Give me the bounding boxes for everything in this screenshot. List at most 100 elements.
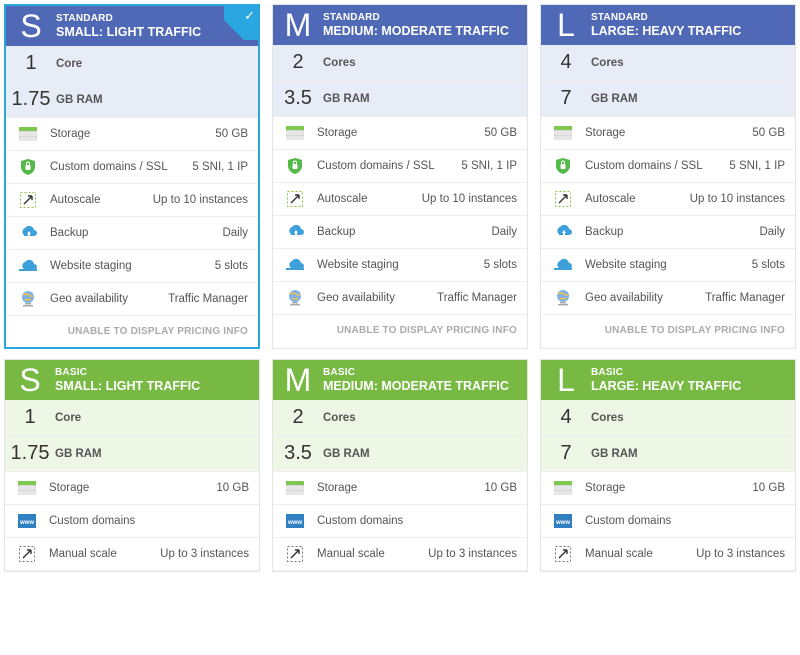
svg-text:www: www [555, 520, 570, 526]
spec-value: 1 [5, 400, 55, 435]
spec-row: 7GB RAM [541, 81, 795, 117]
pricing-tile-bas-m[interactable]: MBASICMEDIUM: MODERATE TRAFFIC2Cores3.5G… [272, 359, 528, 572]
spec-row: 1Core [5, 400, 259, 436]
feature-value: Up to 10 instances [153, 194, 248, 206]
pricing-footer: UNABLE TO DISPLAY PRICING INFO [541, 315, 795, 346]
tile-header: LBASICLARGE: HEAVY TRAFFIC [541, 360, 795, 400]
spec-row: 4Cores [541, 400, 795, 436]
tile-name: MEDIUM: MODERATE TRAFFIC [323, 379, 521, 393]
pricing-grid: ✓SSTANDARDSMALL: LIGHT TRAFFIC1Core1.75G… [0, 0, 800, 576]
ssl-icon [285, 158, 305, 174]
storage-icon [553, 125, 573, 141]
feature-value: Daily [222, 227, 248, 239]
tile-header: LSTANDARDLARGE: HEAVY TRAFFIC [541, 5, 795, 45]
feature-row: Website staging5 slots [273, 249, 527, 282]
spec-label: GB RAM [55, 448, 102, 460]
feature-row: AutoscaleUp to 10 instances [541, 183, 795, 216]
spec-value: 2 [273, 45, 323, 80]
feature-row: BackupDaily [541, 216, 795, 249]
feature-label: Backup [585, 226, 759, 238]
feature-value: Up to 10 instances [422, 193, 517, 205]
feature-value: Up to 3 instances [696, 548, 785, 560]
feature-row: Custom domains / SSL5 SNI, 1 IP [541, 150, 795, 183]
tile-header: MSTANDARDMEDIUM: MODERATE TRAFFIC [273, 5, 527, 45]
pricing-tile-std-m[interactable]: MSTANDARDMEDIUM: MODERATE TRAFFIC2Cores3… [272, 4, 528, 349]
feature-value: 10 GB [484, 482, 517, 494]
feature-value: 10 GB [752, 482, 785, 494]
pricing-tile-std-l[interactable]: LSTANDARDLARGE: HEAVY TRAFFIC4Cores7GB R… [540, 4, 796, 349]
feature-value: Up to 3 instances [428, 548, 517, 560]
feature-row: Website staging5 slots [541, 249, 795, 282]
autoscale-icon [553, 191, 573, 207]
spec-value: 4 [541, 400, 591, 435]
tier-letter: M [273, 5, 323, 45]
tile-name: SMALL: LIGHT TRAFFIC [55, 379, 253, 393]
geo-icon [18, 291, 38, 307]
tile-name: MEDIUM: MODERATE TRAFFIC [323, 24, 521, 38]
geo-icon [553, 290, 573, 306]
spec-label: GB RAM [56, 94, 103, 106]
domains-icon: www [17, 513, 37, 529]
feature-label: Storage [317, 482, 484, 494]
storage-icon [17, 480, 37, 496]
tile-name: SMALL: LIGHT TRAFFIC [56, 25, 252, 39]
spec-value: 7 [541, 436, 591, 471]
feature-row: wwwCustom domains [5, 505, 259, 538]
feature-value: 50 GB [484, 127, 517, 139]
feature-label: Storage [585, 127, 752, 139]
tier-letter: L [541, 360, 591, 400]
spec-label: GB RAM [323, 93, 370, 105]
feature-row: BackupDaily [6, 217, 258, 250]
storage-icon [553, 480, 573, 496]
pricing-footer: UNABLE TO DISPLAY PRICING INFO [6, 316, 258, 347]
tier-letter: S [5, 360, 55, 400]
feature-row: Storage10 GB [541, 472, 795, 505]
feature-label: Autoscale [585, 193, 690, 205]
feature-row: Storage50 GB [6, 118, 258, 151]
feature-label: Custom domains [317, 515, 517, 527]
feature-value: 50 GB [752, 127, 785, 139]
feature-label: Autoscale [50, 194, 153, 206]
feature-row: Custom domains / SSL5 SNI, 1 IP [6, 151, 258, 184]
tile-header: SBASICSMALL: LIGHT TRAFFIC [5, 360, 259, 400]
feature-value: Traffic Manager [437, 292, 517, 304]
autoscale-icon [285, 191, 305, 207]
backup-icon [553, 224, 573, 240]
feature-label: Backup [50, 227, 222, 239]
tile-header: SSTANDARDSMALL: LIGHT TRAFFIC [6, 6, 258, 46]
spec-label: Cores [323, 412, 356, 424]
feature-value: Up to 10 instances [690, 193, 785, 205]
feature-row: www Custom domains [541, 505, 795, 538]
feature-label: Geo availability [317, 292, 437, 304]
spec-value: 4 [541, 45, 591, 80]
pricing-tile-bas-l[interactable]: LBASICLARGE: HEAVY TRAFFIC4Cores7GB RAMS… [540, 359, 796, 572]
feature-row: Storage50 GB [541, 117, 795, 150]
tile-titles: STANDARDMEDIUM: MODERATE TRAFFIC [323, 5, 527, 45]
feature-label: Custom domains [585, 515, 785, 527]
feature-value: 5 slots [752, 259, 785, 271]
tier-label: BASIC [323, 367, 521, 378]
feature-value: 5 SNI, 1 IP [192, 161, 248, 173]
feature-value: 5 slots [484, 259, 517, 271]
feature-value: Daily [759, 226, 785, 238]
feature-value: 10 GB [216, 482, 249, 494]
spec-label: Core [55, 412, 81, 424]
feature-row: AutoscaleUp to 10 instances [273, 183, 527, 216]
pricing-tile-bas-s[interactable]: SBASICSMALL: LIGHT TRAFFIC1Core1.75GB RA… [4, 359, 260, 572]
pricing-tile-std-s[interactable]: ✓SSTANDARDSMALL: LIGHT TRAFFIC1Core1.75G… [4, 4, 260, 349]
tier-letter: S [6, 6, 56, 46]
feature-row: BackupDaily [273, 216, 527, 249]
feature-value: Daily [491, 226, 517, 238]
staging-icon [553, 257, 573, 273]
pricing-footer: UNABLE TO DISPLAY PRICING INFO [273, 315, 527, 346]
manual-icon [285, 546, 305, 562]
spec-row: 1Core [6, 46, 258, 82]
spec-value: 7 [541, 81, 591, 116]
tier-label: BASIC [55, 367, 253, 378]
feature-row: Manual scaleUp to 3 instances [5, 538, 259, 571]
feature-label: Storage [585, 482, 752, 494]
storage-icon [285, 480, 305, 496]
spec-row: 4Cores [541, 45, 795, 81]
feature-row: AutoscaleUp to 10 instances [6, 184, 258, 217]
domains-icon: www [553, 513, 573, 529]
